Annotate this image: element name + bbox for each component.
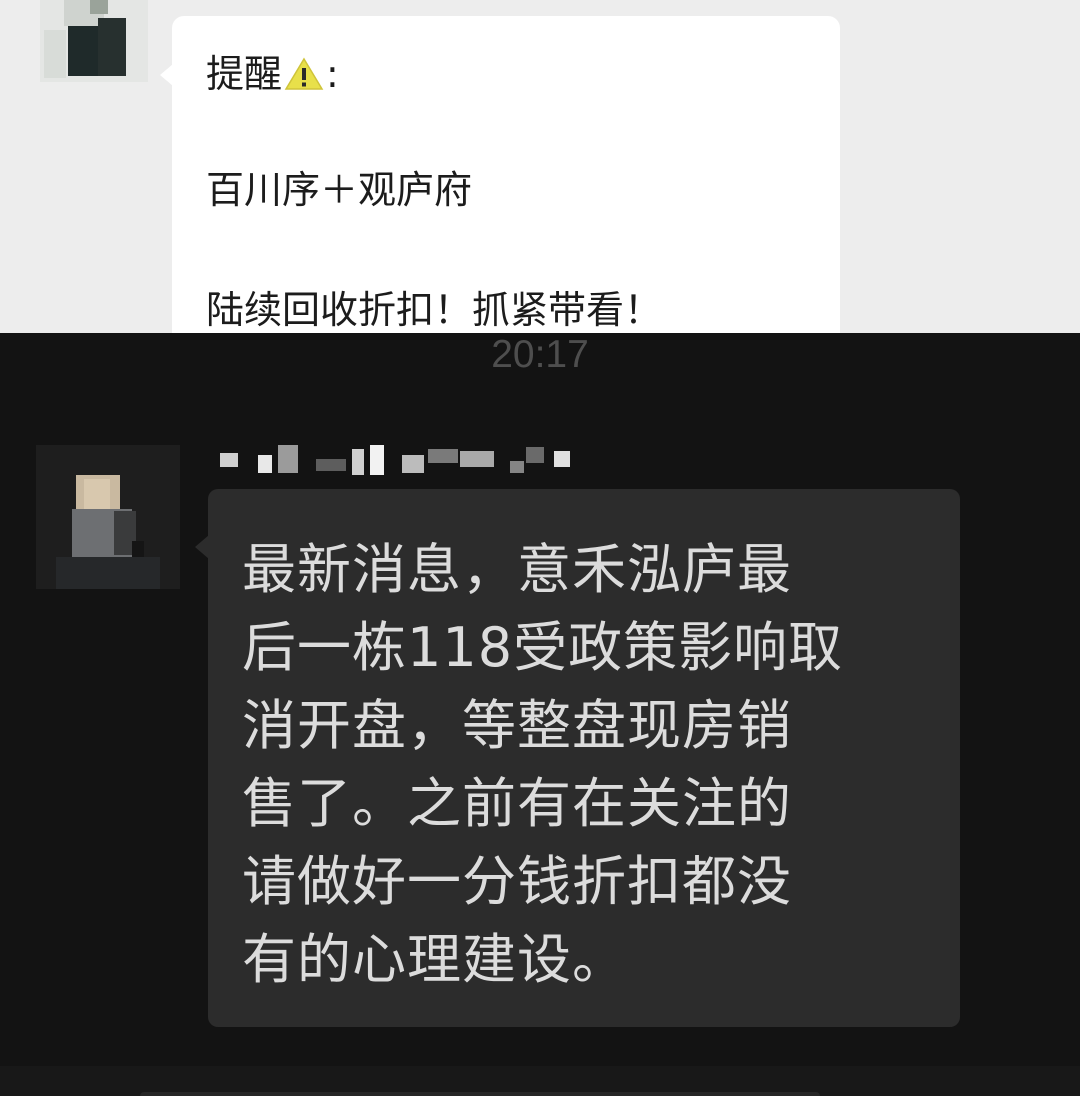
message-line-1-text: 提醒 [206,52,283,96]
message-line-3: 陆续回收折扣！抓紧带看！ [206,288,663,332]
sender-name-blurred [220,441,580,477]
light-chat-screenshot: 提醒: 百川序＋观庐府 陆续回收折扣！抓紧带看！ [0,0,1080,333]
message-line-1: 最新消息，意禾泓庐最 [242,538,792,601]
warning-icon [284,57,324,91]
message-line-1-colon: : [326,52,339,96]
avatar[interactable] [36,445,180,589]
avatar[interactable] [40,0,148,82]
message-line-3: 消开盘，等整盘现房销 [242,694,792,757]
message-line-5: 请做好一分钱折扣都没 [242,850,792,913]
timestamp: 20:17 [491,333,589,376]
message-bubble[interactable]: 最新消息，意禾泓庐最 后一栋118受政策影响取 消开盘，等整盘现房销 售了。之前… [195,489,960,1027]
input-area-edge [0,1066,1080,1096]
input-bar[interactable] [140,1092,820,1096]
message-line-2: 百川序＋观庐府 [206,168,473,212]
message-line-2: 后一栋118受政策影响取 [242,616,844,679]
message-line-4: 售了。之前有在关注的 [242,772,792,835]
message-line-1: 提醒: [206,54,339,94]
message-line-6: 有的心理建设。 [242,928,627,991]
message-bubble[interactable]: 提醒: 百川序＋观庐府 陆续回收折扣！抓紧带看！ [160,16,840,333]
dark-chat-screenshot: 20:17 最新消息，意禾泓庐最 后一栋118受政策影响取 消开盘，等整盘现房销… [0,333,1080,1096]
sender-name-blurred [178,0,332,2]
